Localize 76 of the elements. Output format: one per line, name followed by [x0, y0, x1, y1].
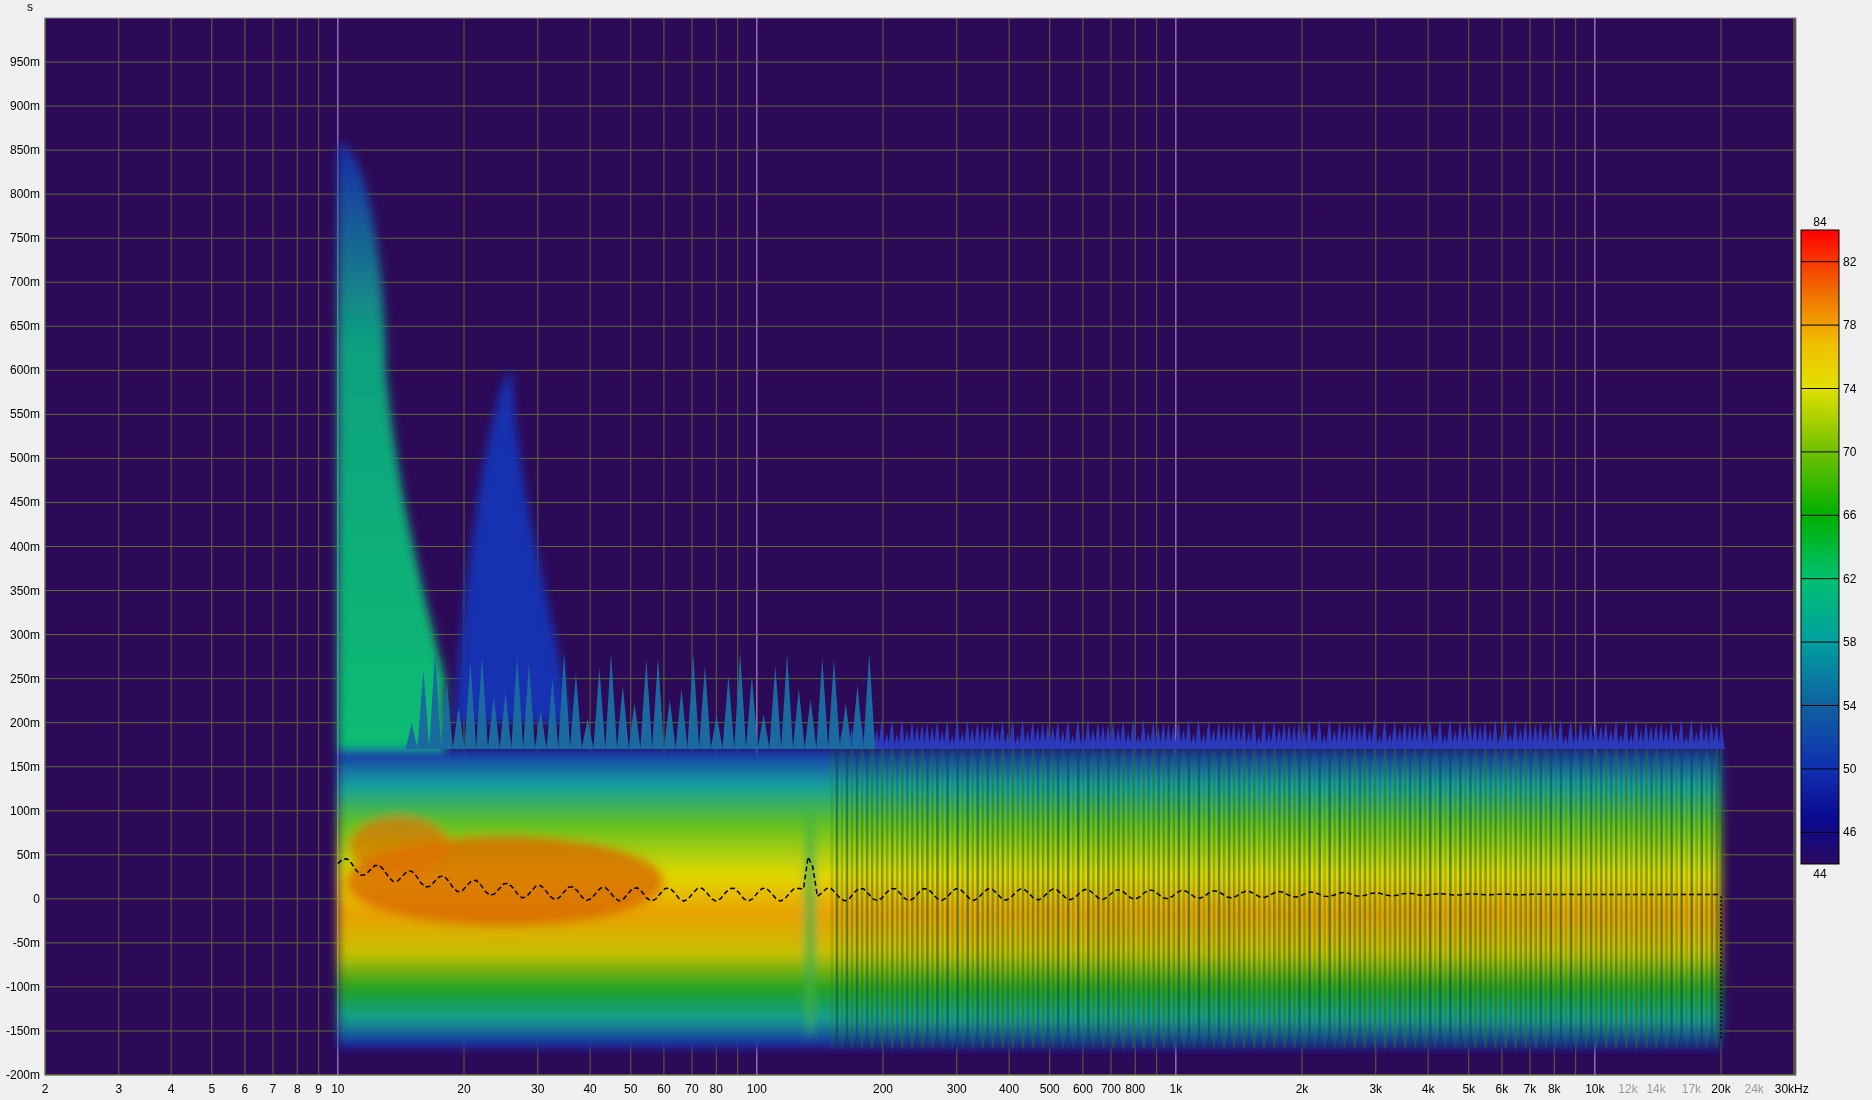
x-tick-label: 40 [583, 1082, 597, 1096]
x-tick-label: 3 [115, 1082, 123, 1096]
color-scale-label: 70 [1843, 444, 1857, 459]
y-tick-label: 600m [9, 363, 40, 378]
x-tick-label: 30kHz [1774, 1082, 1809, 1096]
color-scale-label: 84 [1813, 215, 1827, 229]
x-tick-label: 2 [41, 1082, 49, 1096]
x-tick-label: 60 [657, 1082, 671, 1096]
x-tick-label: 70 [685, 1082, 699, 1096]
y-tick-label: 550m [9, 407, 40, 422]
color-scale-label: 50 [1843, 761, 1857, 776]
x-tick-label: 8 [293, 1082, 301, 1096]
y-tick-label: 150m [9, 759, 40, 774]
axis-unit: s [27, 0, 33, 14]
y-tick-label: 750m [9, 231, 40, 246]
x-tick-label: 7k [1523, 1082, 1537, 1096]
x-tick-label: 4 [167, 1082, 175, 1096]
x-tick-label: 800 [1125, 1082, 1146, 1096]
x-tick-label: 5 [208, 1082, 216, 1096]
color-scale-label: 82 [1843, 254, 1857, 269]
x-tick-label: 12k [1618, 1082, 1638, 1096]
y-tick-label: 300m [9, 627, 40, 642]
x-tick-label: 500 [1039, 1082, 1060, 1096]
x-tick-label: 200 [873, 1082, 893, 1096]
y-tick-label: -100m [6, 979, 40, 994]
color-scale-label: 78 [1843, 318, 1857, 333]
x-tick-label: 300 [946, 1082, 967, 1096]
y-tick-label: 0 [33, 891, 40, 906]
x-tick-label: 20k [1711, 1082, 1731, 1096]
y-tick-label: 500m [9, 451, 40, 466]
y-tick-label: -200m [6, 1068, 40, 1082]
y-tick-label: 50m [16, 847, 40, 862]
y-tick-label: -50m [12, 935, 40, 950]
x-tick-label: 50 [624, 1082, 638, 1096]
x-tick-label: 600 [1072, 1082, 1093, 1096]
x-tick-label: 1k [1169, 1082, 1183, 1096]
x-tick-label: 8k [1547, 1082, 1561, 1096]
x-tick-label: 20 [457, 1082, 471, 1096]
y-tick-label: 850m [9, 143, 40, 158]
y-tick-label: -150m [6, 1023, 40, 1038]
y-tick-label: 200m [9, 715, 40, 730]
x-tick-label: 700 [1100, 1082, 1121, 1096]
x-tick-label: 30 [531, 1082, 545, 1096]
x-tick-label: 9 [315, 1082, 323, 1096]
color-scale-label: 66 [1843, 508, 1857, 523]
x-tick-label: 3k [1369, 1082, 1383, 1096]
color-scale-label: 62 [1843, 571, 1857, 586]
y-tick-label: 350m [9, 583, 40, 598]
y-tick-label: 650m [9, 319, 40, 334]
x-tick-label: 24k [1744, 1082, 1764, 1096]
y-tick-label: 250m [9, 671, 40, 686]
y-tick-label: 400m [9, 539, 40, 554]
y-tick-label: 100m [9, 803, 40, 818]
y-tick-label: 700m [9, 275, 40, 290]
color-scale-label: 54 [1843, 698, 1857, 713]
x-tick-label: 17k [1681, 1082, 1702, 1096]
x-tick-label: 80 [709, 1082, 723, 1096]
color-scale-label: 58 [1843, 635, 1857, 650]
x-tick-label: 2k [1295, 1082, 1309, 1096]
color-scale-label: 74 [1843, 381, 1857, 396]
y-tick-label: 800m [9, 187, 40, 202]
x-tick-label: 400 [999, 1082, 1020, 1096]
x-tick-label: 100 [746, 1082, 767, 1096]
color-scale-label: 44 [1813, 867, 1827, 881]
x-tick-label: 10k [1585, 1082, 1605, 1096]
x-tick-label: 4k [1421, 1082, 1435, 1096]
color-scale-label: 46 [1843, 825, 1857, 840]
x-tick-label: 5k [1462, 1082, 1476, 1096]
x-tick-label: 6 [241, 1082, 249, 1096]
x-tick-label: 14k [1646, 1082, 1666, 1096]
x-tick-label: 10 [331, 1082, 345, 1096]
x-tick-label: 6k [1495, 1082, 1509, 1096]
x-tick-label: 7 [269, 1082, 277, 1096]
y-tick-label: 900m [9, 99, 40, 114]
y-tick-label: 950m [9, 55, 40, 70]
y-tick-label: 450m [9, 495, 40, 510]
